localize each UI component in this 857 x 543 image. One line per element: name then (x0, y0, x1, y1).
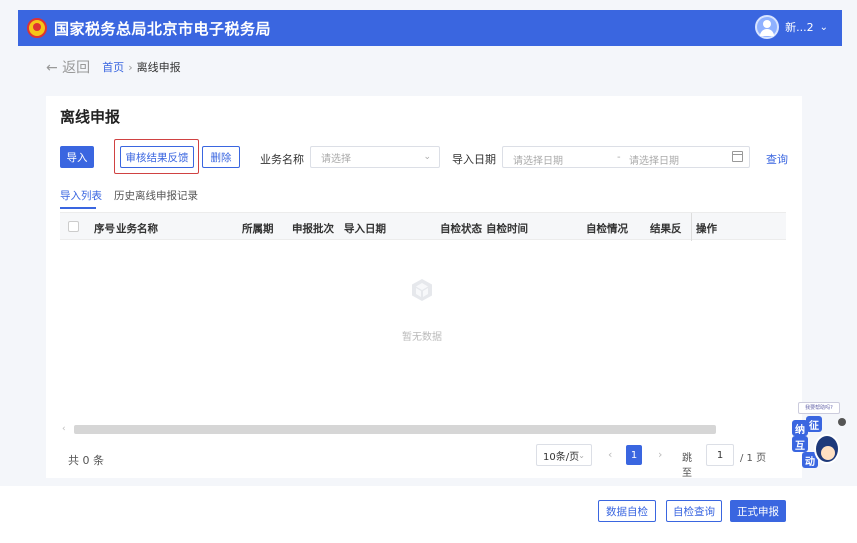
prev-page-button[interactable]: ‹ (608, 448, 612, 461)
column-header: 序号 (94, 223, 115, 235)
import-date-range[interactable]: 请选择日期 - 请选择日期 (502, 146, 750, 168)
calendar-icon[interactable] (732, 151, 743, 162)
assistant-avatar[interactable]: 纳 征 互 动 (792, 416, 840, 468)
close-icon[interactable] (838, 418, 846, 426)
goto-page-input[interactable]: 1 (706, 444, 734, 466)
scroll-left-arrow[interactable]: ‹ (62, 424, 66, 434)
toolbar: 导入 审核结果反馈 删除 业务名称 请选择 ⌄ 导入日期 请选择日期 - 请选择… (60, 139, 790, 174)
assistant-tip[interactable]: 我要帮助吗? (798, 402, 840, 414)
site-title: 国家税务总局北京市电子税务局 (54, 19, 272, 38)
page-size-value: 10条/页 (543, 451, 580, 463)
assistant-char: 征 (806, 416, 822, 432)
main-card: 离线申报 导入 审核结果反馈 删除 业务名称 请选择 ⌄ 导入日期 请选择日期 … (46, 96, 802, 479)
breadcrumb-current: 离线申报 (136, 61, 181, 74)
chevron-down-icon: ⌄ (578, 450, 585, 460)
column-header: 所属期 (242, 223, 274, 235)
column-header: 业务名称 (116, 223, 158, 235)
page-size-select[interactable]: 10条/页 ⌄ (536, 444, 592, 466)
page-number-button[interactable]: 1 (626, 445, 642, 465)
query-button[interactable]: 查询 (766, 151, 788, 167)
mascot-icon (814, 434, 840, 464)
data-self-check-button[interactable]: 数据自检 (598, 500, 656, 522)
empty-text: 暂无数据 (402, 332, 442, 343)
column-header: 结果反 (650, 223, 682, 235)
column-header: 导入日期 (344, 223, 386, 235)
business-name-label: 业务名称 (260, 153, 304, 166)
total-count: 共 0 条 (68, 454, 104, 467)
business-name-placeholder: 请选择 (321, 153, 351, 165)
user-name[interactable]: 新...2 (785, 19, 814, 35)
column-header: 操作 (696, 223, 717, 235)
tab-history-records[interactable]: 历史离线申报记录 (114, 188, 198, 203)
delete-button[interactable]: 删除 (202, 146, 240, 168)
breadcrumb: ← 返回 首页 › 离线申报 (46, 57, 181, 77)
business-name-select[interactable]: 请选择 ⌄ (310, 146, 440, 168)
page-title: 离线申报 (60, 108, 121, 126)
tab-import-list[interactable]: 导入列表 (60, 188, 102, 203)
self-check-query-button[interactable]: 自检查询 (666, 500, 722, 522)
goto-label: 跳至 (682, 453, 692, 479)
column-header: 自检状态 (440, 223, 482, 235)
date-end-placeholder[interactable]: 请选择日期 (629, 152, 679, 167)
date-separator: - (617, 152, 621, 163)
assistant-char: 互 (792, 436, 808, 452)
next-page-button[interactable]: › (658, 448, 662, 461)
back-button[interactable]: ← 返回 (46, 57, 90, 77)
select-all-checkbox[interactable] (68, 221, 79, 232)
column-header: 自检时间 (486, 223, 528, 235)
assistant-widget[interactable]: 我要帮助吗? 纳 征 互 动 (790, 398, 850, 478)
feedback-button[interactable]: 审核结果反馈 (120, 146, 194, 168)
column-header: 申报批次 (292, 223, 334, 235)
user-menu[interactable]: 新...2 ⌄ (755, 15, 828, 39)
top-header: 国家税务总局北京市电子税务局 新...2 ⌄ (18, 10, 842, 46)
breadcrumb-separator: › (128, 60, 133, 74)
avatar-icon[interactable] (755, 15, 780, 39)
footer-action-bar: 数据自检 自检查询 正式申报 (0, 486, 857, 543)
chevron-down-icon[interactable]: ⌄ (820, 22, 828, 33)
horizontal-scrollbar[interactable]: ‹ (60, 424, 786, 434)
empty-box-icon (412, 279, 432, 301)
table-header: 序号 业务名称 所属期 申报批次 导入日期 自检状态 自检时间 自检情况 结果反… (60, 212, 786, 241)
active-tab-indicator (60, 207, 96, 209)
scrollbar-thumb[interactable] (74, 425, 716, 434)
tax-emblem-icon (26, 17, 48, 39)
formal-submit-button[interactable]: 正式申报 (730, 500, 786, 522)
import-date-label: 导入日期 (452, 153, 496, 166)
import-button[interactable]: 导入 (60, 146, 94, 168)
chevron-down-icon: ⌄ (423, 152, 431, 162)
page-total: / 1 页 (740, 453, 767, 464)
column-header: 自检情况 (586, 223, 628, 235)
tab-bar: 导入列表 历史离线申报记录 (60, 188, 790, 210)
date-start-placeholder[interactable]: 请选择日期 (513, 152, 563, 167)
column-divider (691, 213, 692, 241)
breadcrumb-home-link[interactable]: 首页 (102, 59, 124, 75)
